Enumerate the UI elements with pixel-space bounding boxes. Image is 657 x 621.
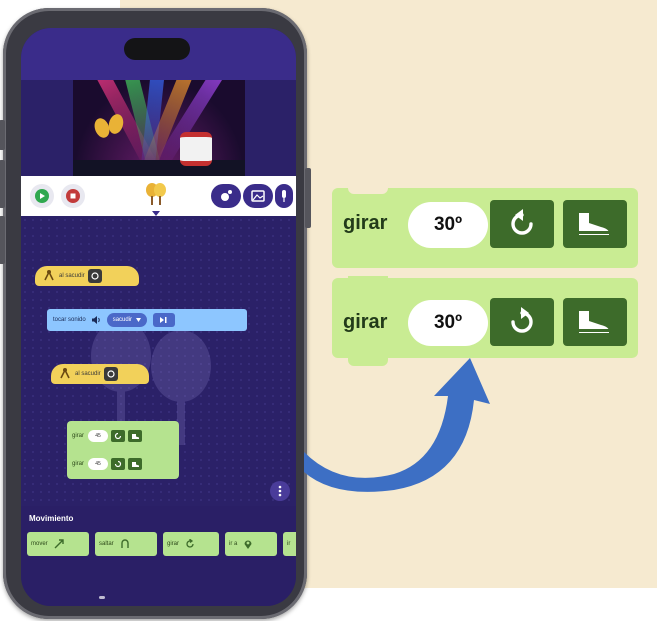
gear-icon xyxy=(91,272,99,280)
palette-move-block[interactable]: mover xyxy=(27,532,89,556)
turn-label: girar xyxy=(343,212,388,234)
turn-label: girar xyxy=(343,311,388,333)
phone-power-button xyxy=(305,168,311,228)
sprite-target-button[interactable] xyxy=(563,200,627,248)
code-workspace[interactable]: al sacudir tocar sonido sacudir al sacud… xyxy=(21,216,296,506)
speaker-icon xyxy=(91,316,100,324)
gear-icon xyxy=(107,370,115,378)
curved-arrow-icon xyxy=(304,358,490,492)
rotate-clockwise-icon[interactable] xyxy=(111,458,126,470)
phone-volume-button xyxy=(0,216,5,264)
turn-degrees-input[interactable]: 45 xyxy=(88,458,109,470)
shake-icon xyxy=(39,266,59,286)
chevron-down-icon xyxy=(136,318,142,322)
palette-block-label: saltar xyxy=(99,541,114,547)
palette-block-label: girar xyxy=(167,541,180,547)
turn-block-stack[interactable]: girar 45 girar 45 xyxy=(67,421,179,479)
sprite-chip[interactable] xyxy=(87,269,102,283)
when-shake-label: al sacudir xyxy=(75,371,101,377)
block-notch xyxy=(348,186,388,194)
palette-block-label: mover xyxy=(31,541,48,547)
preview-sound-button[interactable] xyxy=(153,313,176,327)
palette-jump-block[interactable]: saltar xyxy=(95,532,157,556)
sprite-chip[interactable] xyxy=(103,367,118,381)
app-top-bar xyxy=(21,28,296,80)
palette-goto-block[interactable]: ir a xyxy=(225,532,277,556)
stop-button[interactable] xyxy=(61,184,85,208)
play-pause-icon xyxy=(160,317,167,323)
background-button[interactable] xyxy=(243,184,273,208)
sprite-target-button[interactable] xyxy=(563,298,627,346)
turn-block[interactable]: girar 45 xyxy=(67,425,179,447)
shoe-icon xyxy=(579,311,609,333)
turn-degrees-input[interactable]: 45 xyxy=(88,430,109,442)
palette-block-label: ir xyxy=(287,541,291,547)
rotate-counterclockwise-icon xyxy=(511,209,533,235)
block-notch xyxy=(348,276,388,284)
image-icon xyxy=(251,190,265,202)
phone-device: al sacudir tocar sonido sacudir al sacud… xyxy=(0,8,311,619)
turn-label: girar xyxy=(72,461,85,467)
phone-volume-button xyxy=(0,120,5,150)
camera-notch xyxy=(124,38,190,60)
vertical-dots-icon xyxy=(278,485,282,497)
controls-bar xyxy=(21,176,296,216)
turn-right-block[interactable]: girar 30º xyxy=(332,276,638,366)
home-indicator xyxy=(99,596,105,599)
rotate-icon xyxy=(182,536,198,552)
selected-sprite-thumbnail[interactable] xyxy=(138,179,174,211)
block-palette: Movimiento mover saltar girar ir a ir xyxy=(21,506,296,606)
play-button[interactable] xyxy=(30,184,54,208)
jump-arch-icon xyxy=(117,536,133,552)
sound-select-value: sacudir xyxy=(112,317,133,323)
turn-left-block[interactable]: girar 30º xyxy=(332,186,638,268)
when-shake-block-2[interactable]: al sacudir xyxy=(51,364,149,384)
palette-block-label: ir a xyxy=(229,541,238,547)
stage-preview[interactable] xyxy=(73,80,245,176)
shake-icon xyxy=(55,364,75,384)
shoe-icon xyxy=(579,213,609,235)
stop-icon xyxy=(66,189,80,203)
maracas-icon xyxy=(146,183,166,205)
when-shake-block[interactable]: al sacudir xyxy=(35,266,139,286)
sprite-add-icon xyxy=(221,190,232,201)
drum-sprite[interactable] xyxy=(180,132,212,166)
play-sound-block[interactable]: tocar sonido sacudir xyxy=(47,309,247,331)
play-sound-label: tocar sonido xyxy=(53,317,86,323)
rotate-counterclockwise-button[interactable] xyxy=(490,200,554,248)
turn-block[interactable]: girar 45 xyxy=(67,453,179,475)
microphone-icon xyxy=(282,190,286,202)
add-sprite-button[interactable] xyxy=(211,184,241,208)
turn-label: girar xyxy=(72,433,85,439)
location-pin-icon xyxy=(240,536,256,552)
palette-more-block[interactable]: ir xyxy=(283,532,296,556)
rotate-counterclockwise-icon[interactable] xyxy=(111,430,126,442)
palette-turn-block[interactable]: girar xyxy=(163,532,219,556)
turn-degrees-input[interactable]: 30º xyxy=(408,202,488,248)
shoe-icon[interactable] xyxy=(128,458,143,470)
shoe-icon[interactable] xyxy=(128,430,143,442)
rotate-clockwise-icon xyxy=(511,307,533,333)
more-options-button[interactable] xyxy=(270,481,290,501)
diagonal-arrow-icon xyxy=(51,536,67,552)
phone-volume-button xyxy=(0,160,5,208)
sound-record-button[interactable] xyxy=(275,184,293,208)
sound-select[interactable]: sacudir xyxy=(106,313,148,327)
palette-category-title: Movimiento xyxy=(29,514,74,523)
turn-degrees-input[interactable]: 30º xyxy=(408,300,488,346)
rotate-clockwise-button[interactable] xyxy=(490,298,554,346)
play-icon xyxy=(35,189,49,203)
phone-screen: al sacudir tocar sonido sacudir al sacud… xyxy=(21,28,296,606)
stage-floor xyxy=(73,160,245,176)
when-shake-label: al sacudir xyxy=(59,273,85,279)
